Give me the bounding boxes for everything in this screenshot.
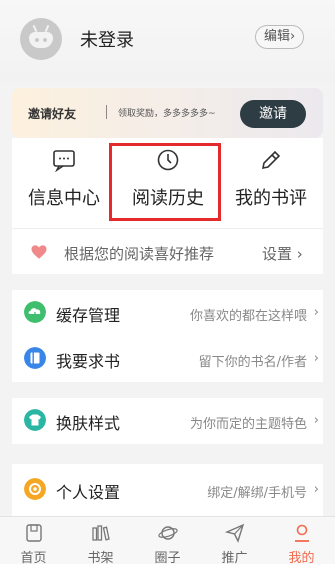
settings-label: 设置	[262, 245, 293, 263]
my-reviews-button[interactable]: 我的书评	[219, 138, 323, 228]
skin-style-title: 换肤样式	[56, 414, 121, 433]
skin-style-row[interactable]: 换肤样式 为你而定的主题特色 ›	[12, 398, 323, 444]
recommendation-text: 根据您的阅读喜好推荐	[64, 245, 215, 263]
robot-face	[29, 32, 53, 48]
bookshelf-icon	[92, 525, 110, 541]
tab-label: 推广	[221, 551, 248, 564]
tab-label: 首页	[20, 551, 47, 564]
shirt-icon	[24, 409, 46, 431]
heart-icon	[31, 245, 47, 259]
tab-home[interactable]: 首页	[0, 517, 67, 564]
chevron-right-icon: ›	[290, 29, 296, 44]
personal-settings-title: 个人设置	[56, 483, 121, 502]
bottom-tab-bar: 首页 书架 圈子 推广 我的	[0, 516, 335, 564]
chevron-right-icon: ›	[313, 413, 319, 428]
tab-label: 圈子	[154, 551, 181, 564]
book-request-row[interactable]: 我要求书 留下你的书名/作者 ›	[12, 336, 323, 382]
tab-circle[interactable]: 圈子	[134, 517, 201, 564]
settings-icon	[24, 478, 46, 500]
tab-label: 我的	[288, 551, 315, 564]
message-icon	[53, 150, 75, 172]
personal-settings-row[interactable]: 个人设置 绑定/解绑/手机号 ›	[12, 467, 323, 513]
invite-banner[interactable]: 邀请好友 领取奖励，多多多多多~ 邀请	[12, 88, 323, 138]
tab-promote[interactable]: 推广	[201, 517, 268, 564]
invite-title: 邀请好友	[28, 107, 77, 121]
skin-style-hint: 为你而定的主题特色	[189, 417, 307, 432]
recommendation-row[interactable]: 根据您的阅读喜好推荐 设置 ›	[12, 228, 323, 274]
login-status[interactable]: 未登录	[80, 26, 134, 52]
edit-label: 编辑	[264, 29, 291, 44]
pen-icon	[261, 150, 281, 170]
cache-management-title: 缓存管理	[56, 306, 121, 325]
avatar[interactable]	[20, 18, 62, 60]
tab-mine[interactable]: 我的	[268, 517, 335, 564]
paper-plane-icon	[225, 523, 245, 543]
recommendation-settings-link[interactable]: 设置 ›	[262, 243, 303, 264]
eye-right	[43, 38, 47, 42]
settings-group-3: 个人设置 绑定/解绑/手机号 ›	[12, 464, 323, 516]
home-icon	[26, 524, 42, 542]
book-request-hint: 留下你的书名/作者	[198, 355, 307, 370]
planet-icon	[158, 526, 178, 540]
divider	[106, 105, 107, 119]
person-icon	[295, 524, 309, 542]
personal-settings-hint: 绑定/解绑/手机号	[207, 486, 307, 501]
my-reviews-label: 我的书评	[235, 188, 307, 209]
chevron-right-icon: ›	[313, 305, 319, 320]
tab-bookshelf[interactable]: 书架	[67, 517, 134, 564]
chevron-right-icon: ›	[313, 482, 319, 497]
chevron-right-icon: ›	[296, 245, 303, 263]
invite-description: 领取奖励，多多多多多~	[118, 109, 216, 119]
settings-group-2: 换肤样式 为你而定的主题特色 ›	[12, 398, 323, 444]
cache-management-row[interactable]: 缓存管理 你喜欢的都在这样喂 ›	[12, 290, 323, 336]
book-request-title: 我要求书	[56, 352, 121, 371]
book-request-icon	[24, 347, 46, 369]
message-center-label: 信息中心	[28, 188, 100, 209]
tab-label: 书架	[87, 551, 114, 564]
chevron-right-icon: ›	[313, 351, 319, 366]
highlight-box	[109, 143, 221, 221]
eye-left	[35, 38, 39, 42]
settings-group-1: 缓存管理 你喜欢的都在这样喂 › 我要求书 留下你的书名/作者 ›	[12, 290, 323, 382]
profile-header: 未登录 编辑›	[0, 0, 335, 82]
invite-button[interactable]: 邀请	[240, 100, 306, 128]
edit-button[interactable]: 编辑›	[255, 25, 305, 49]
message-center-button[interactable]: 信息中心	[12, 138, 116, 228]
cloud-download-icon	[24, 301, 46, 323]
cache-management-hint: 你喜欢的都在这样喂	[189, 309, 307, 324]
